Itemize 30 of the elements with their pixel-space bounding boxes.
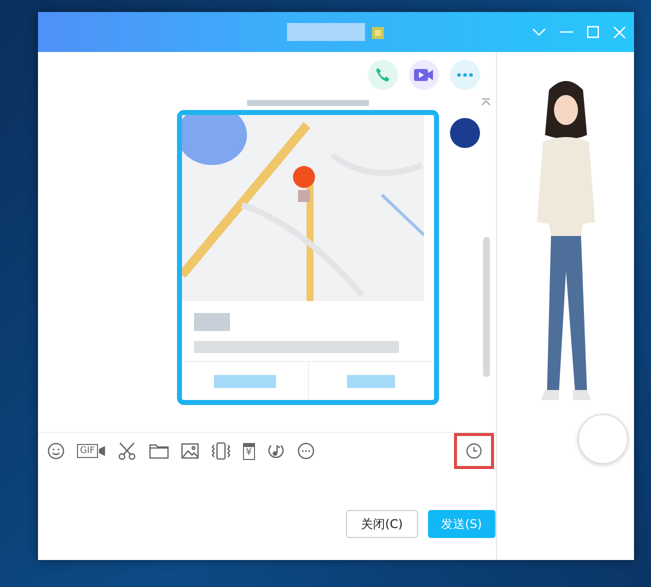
maximize-icon[interactable]: [587, 26, 599, 38]
smiley-icon[interactable]: [47, 442, 65, 460]
more-icon[interactable]: [296, 442, 315, 460]
phone-icon: [375, 67, 391, 83]
close-icon[interactable]: [613, 26, 626, 38]
close-button[interactable]: 关闭(C): [346, 510, 418, 538]
money-envelope-button[interactable]: ¥: [242, 442, 255, 460]
video-call-button[interactable]: [409, 60, 439, 90]
folder-icon[interactable]: [148, 443, 169, 459]
location-card[interactable]: [177, 110, 439, 405]
scrollbar[interactable]: [482, 237, 490, 377]
blurred-link[interactable]: [347, 374, 396, 388]
avatar-circle: [450, 118, 480, 148]
camera-icon: [98, 446, 105, 456]
minimize-icon[interactable]: [560, 31, 573, 33]
phone-vibrate-icon[interactable]: [210, 441, 231, 461]
blurred-place-name: [194, 313, 230, 331]
badge-icon: [371, 24, 385, 40]
chevron-down-icon[interactable]: [532, 27, 546, 37]
blurred-link[interactable]: [214, 374, 276, 388]
ellipsis-icon: [457, 73, 473, 77]
more-options-button[interactable]: [450, 60, 480, 90]
music-note-icon[interactable]: [266, 442, 285, 460]
image-icon[interactable]: [180, 443, 199, 459]
phone-button[interactable]: [368, 60, 398, 90]
history-button[interactable]: [454, 433, 494, 469]
scissors-icon[interactable]: [116, 442, 137, 460]
scroll-top-icon[interactable]: [481, 98, 491, 106]
video-camera-icon: [414, 68, 434, 82]
clock-icon: [466, 443, 482, 459]
